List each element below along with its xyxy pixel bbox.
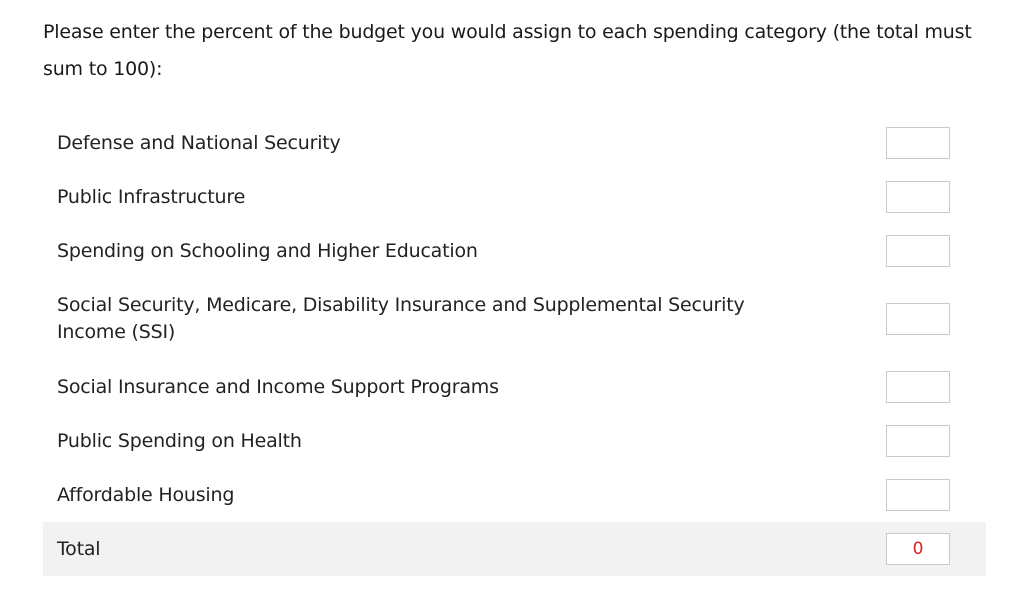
health-percent-input[interactable]: [886, 425, 950, 457]
category-row-health: Public Spending on Health: [43, 414, 986, 468]
question-text: Please enter the percent of the budget y…: [43, 21, 972, 80]
total-label: Total: [57, 537, 101, 560]
category-row-infrastructure: Public Infrastructure: [43, 170, 986, 224]
constant-sum-table: Defense and National Security Public Inf…: [43, 116, 986, 576]
social-security-percent-input[interactable]: [886, 303, 950, 335]
category-label: Social Insurance and Income Support Prog…: [57, 375, 499, 398]
education-percent-input[interactable]: [886, 235, 950, 267]
total-value: 0: [886, 533, 950, 565]
category-label: Public Spending on Health: [57, 429, 302, 452]
total-row: Total 0: [43, 522, 986, 576]
category-row-defense: Defense and National Security: [43, 116, 986, 170]
social-insurance-percent-input[interactable]: [886, 371, 950, 403]
category-row-social-security: Social Security, Medicare, Disability In…: [43, 278, 986, 360]
category-label: Affordable Housing: [57, 483, 235, 506]
category-row-housing: Affordable Housing: [43, 468, 986, 522]
housing-percent-input[interactable]: [886, 479, 950, 511]
defense-percent-input[interactable]: [886, 127, 950, 159]
infrastructure-percent-input[interactable]: [886, 181, 950, 213]
category-row-social-insurance: Social Insurance and Income Support Prog…: [43, 360, 986, 414]
category-label: Spending on Schooling and Higher Educati…: [57, 239, 478, 262]
category-row-education: Spending on Schooling and Higher Educati…: [43, 224, 986, 278]
category-label: Public Infrastructure: [57, 185, 246, 208]
category-label: Defense and National Security: [57, 131, 341, 154]
category-label: Social Security, Medicare, Disability In…: [57, 294, 745, 343]
